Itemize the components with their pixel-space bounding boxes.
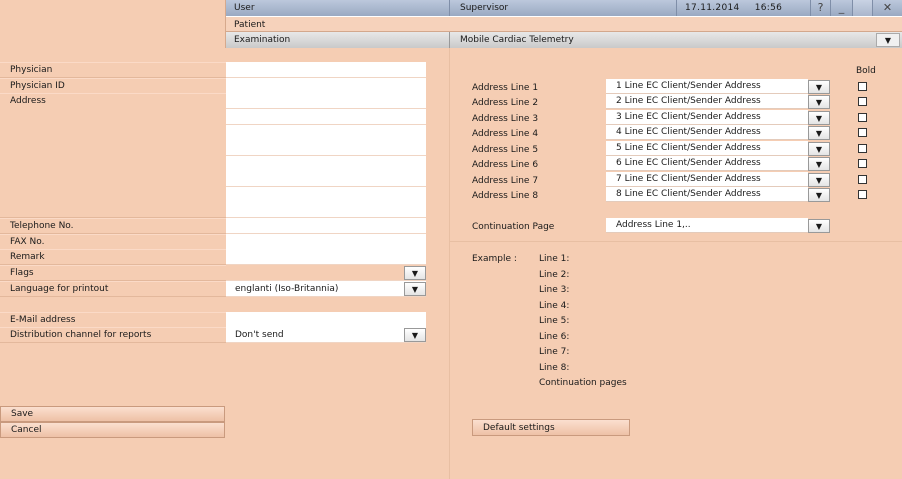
date-text: 17.11.2014 bbox=[685, 3, 740, 13]
bold-checkbox-8[interactable] bbox=[858, 190, 867, 199]
language-select[interactable]: englanti (Iso-Britannia) bbox=[226, 281, 426, 297]
address-line-8-select[interactable]: 8 Line EC Client/Sender Address bbox=[606, 187, 808, 202]
example-line-3: Line 3: bbox=[539, 285, 570, 295]
continuation-select[interactable]: Address Line 1,.. bbox=[606, 218, 808, 233]
address-field-8[interactable] bbox=[226, 202, 426, 218]
address-line-6-dropdown-icon[interactable]: ▼ bbox=[808, 157, 830, 171]
bold-checkbox-2[interactable] bbox=[858, 97, 867, 106]
save-button[interactable]: Save bbox=[0, 406, 225, 422]
mode-dropdown-icon[interactable]: ▼ bbox=[876, 33, 900, 47]
physician-id-label: Physician ID bbox=[0, 78, 226, 94]
address-line-3-select[interactable]: 3 Line EC Client/Sender Address bbox=[606, 110, 808, 125]
header-spacer bbox=[852, 0, 872, 16]
remark-field[interactable] bbox=[226, 249, 426, 265]
address-line-2-label: Address Line 2 bbox=[472, 98, 539, 108]
address-field-1[interactable] bbox=[226, 93, 426, 109]
continuation-dropdown-icon[interactable]: ▼ bbox=[808, 219, 830, 233]
close-button[interactable]: ✕ bbox=[872, 0, 902, 16]
address-line-8-label: Address Line 8 bbox=[472, 191, 539, 201]
minimize-button[interactable]: _ bbox=[830, 0, 852, 16]
address-line-7-label: Address Line 7 bbox=[472, 176, 539, 186]
address-line-2-dropdown-icon[interactable]: ▼ bbox=[808, 95, 830, 109]
address-line-1-label: Address Line 1 bbox=[472, 83, 539, 93]
email-field[interactable] bbox=[226, 312, 426, 328]
vertical-divider bbox=[449, 48, 450, 479]
address-line-5-dropdown-icon[interactable]: ▼ bbox=[808, 142, 830, 156]
address-line-1-select[interactable]: 1 Line EC Client/Sender Address bbox=[606, 79, 808, 94]
bold-checkbox-4[interactable] bbox=[858, 128, 867, 137]
distribution-dropdown-icon[interactable]: ▼ bbox=[404, 328, 426, 342]
address-line-7-select[interactable]: 7 Line EC Client/Sender Address bbox=[606, 172, 808, 187]
continuation-label: Continuation Page bbox=[472, 222, 555, 232]
fax-label: FAX No. bbox=[0, 234, 226, 250]
cancel-button[interactable]: Cancel bbox=[0, 422, 225, 438]
datetime-display: 17.11.2014 16:56 bbox=[676, 0, 810, 16]
telephone-label: Telephone No. bbox=[0, 218, 226, 234]
address-field-3[interactable] bbox=[226, 125, 426, 141]
bold-header: Bold bbox=[856, 66, 876, 76]
address-field-5[interactable] bbox=[226, 156, 426, 172]
address-line-4-label: Address Line 4 bbox=[472, 129, 539, 139]
address-field-4[interactable] bbox=[226, 140, 426, 156]
example-continuation: Continuation pages bbox=[539, 378, 627, 388]
physician-label: Physician bbox=[0, 62, 226, 78]
example-line-1: Line 1: bbox=[539, 254, 570, 264]
examination-label: Examination bbox=[226, 32, 450, 48]
example-label: Example : bbox=[472, 254, 517, 264]
default-settings-button[interactable]: Default settings bbox=[472, 419, 630, 436]
example-line-6: Line 6: bbox=[539, 332, 570, 342]
address-line-5-label: Address Line 5 bbox=[472, 145, 539, 155]
example-line-4: Line 4: bbox=[539, 301, 570, 311]
patient-tab[interactable]: Patient bbox=[226, 16, 902, 32]
address-line-3-dropdown-icon[interactable]: ▼ bbox=[808, 111, 830, 125]
address-field-2[interactable] bbox=[226, 109, 426, 125]
email-label: E-Mail address bbox=[0, 312, 226, 328]
bold-checkbox-7[interactable] bbox=[858, 175, 867, 184]
fax-field[interactable] bbox=[226, 234, 426, 250]
help-button[interactable]: ? bbox=[810, 0, 830, 16]
address-line-3-label: Address Line 3 bbox=[472, 114, 539, 124]
address-label: Address bbox=[0, 93, 226, 218]
address-line-5-select[interactable]: 5 Line EC Client/Sender Address bbox=[606, 141, 808, 156]
bold-checkbox-6[interactable] bbox=[858, 159, 867, 168]
example-line-5: Line 5: bbox=[539, 316, 570, 326]
physician-field[interactable] bbox=[226, 62, 426, 78]
horizontal-divider bbox=[450, 241, 902, 242]
example-line-8: Line 8: bbox=[539, 363, 570, 373]
telephone-field[interactable] bbox=[226, 218, 426, 234]
bold-checkbox-1[interactable] bbox=[858, 82, 867, 91]
mode-select[interactable]: Mobile Cardiac Telemetry bbox=[450, 32, 902, 48]
distribution-label: Distribution channel for reports bbox=[0, 327, 226, 343]
time-text: 16:56 bbox=[754, 3, 783, 13]
address-line-6-label: Address Line 6 bbox=[472, 160, 539, 170]
example-line-7: Line 7: bbox=[539, 347, 570, 357]
flags-dropdown-icon[interactable]: ▼ bbox=[404, 266, 426, 280]
flags-label: Flags bbox=[0, 265, 226, 281]
bold-checkbox-5[interactable] bbox=[858, 144, 867, 153]
supervisor-label: Supervisor bbox=[450, 0, 676, 16]
left-header-blank bbox=[0, 0, 226, 48]
address-line-7-dropdown-icon[interactable]: ▼ bbox=[808, 173, 830, 187]
address-field-6[interactable] bbox=[226, 171, 426, 187]
address-line-4-select[interactable]: 4 Line EC Client/Sender Address bbox=[606, 125, 808, 140]
address-line-1-dropdown-icon[interactable]: ▼ bbox=[808, 80, 830, 94]
address-line-6-select[interactable]: 6 Line EC Client/Sender Address bbox=[606, 156, 808, 171]
language-label: Language for printout bbox=[0, 281, 226, 297]
address-line-2-select[interactable]: 2 Line EC Client/Sender Address bbox=[606, 94, 808, 109]
user-label: User bbox=[226, 0, 450, 16]
address-line-8-dropdown-icon[interactable]: ▼ bbox=[808, 188, 830, 202]
remark-label: Remark bbox=[0, 249, 226, 265]
physician-id-field[interactable] bbox=[226, 78, 426, 94]
distribution-select[interactable]: Don't send bbox=[226, 327, 426, 343]
language-dropdown-icon[interactable]: ▼ bbox=[404, 282, 426, 296]
address-line-4-dropdown-icon[interactable]: ▼ bbox=[808, 126, 830, 140]
bold-checkbox-3[interactable] bbox=[858, 113, 867, 122]
example-line-2: Line 2: bbox=[539, 270, 570, 280]
flags-select[interactable] bbox=[226, 265, 426, 281]
address-field-7[interactable] bbox=[226, 187, 426, 203]
